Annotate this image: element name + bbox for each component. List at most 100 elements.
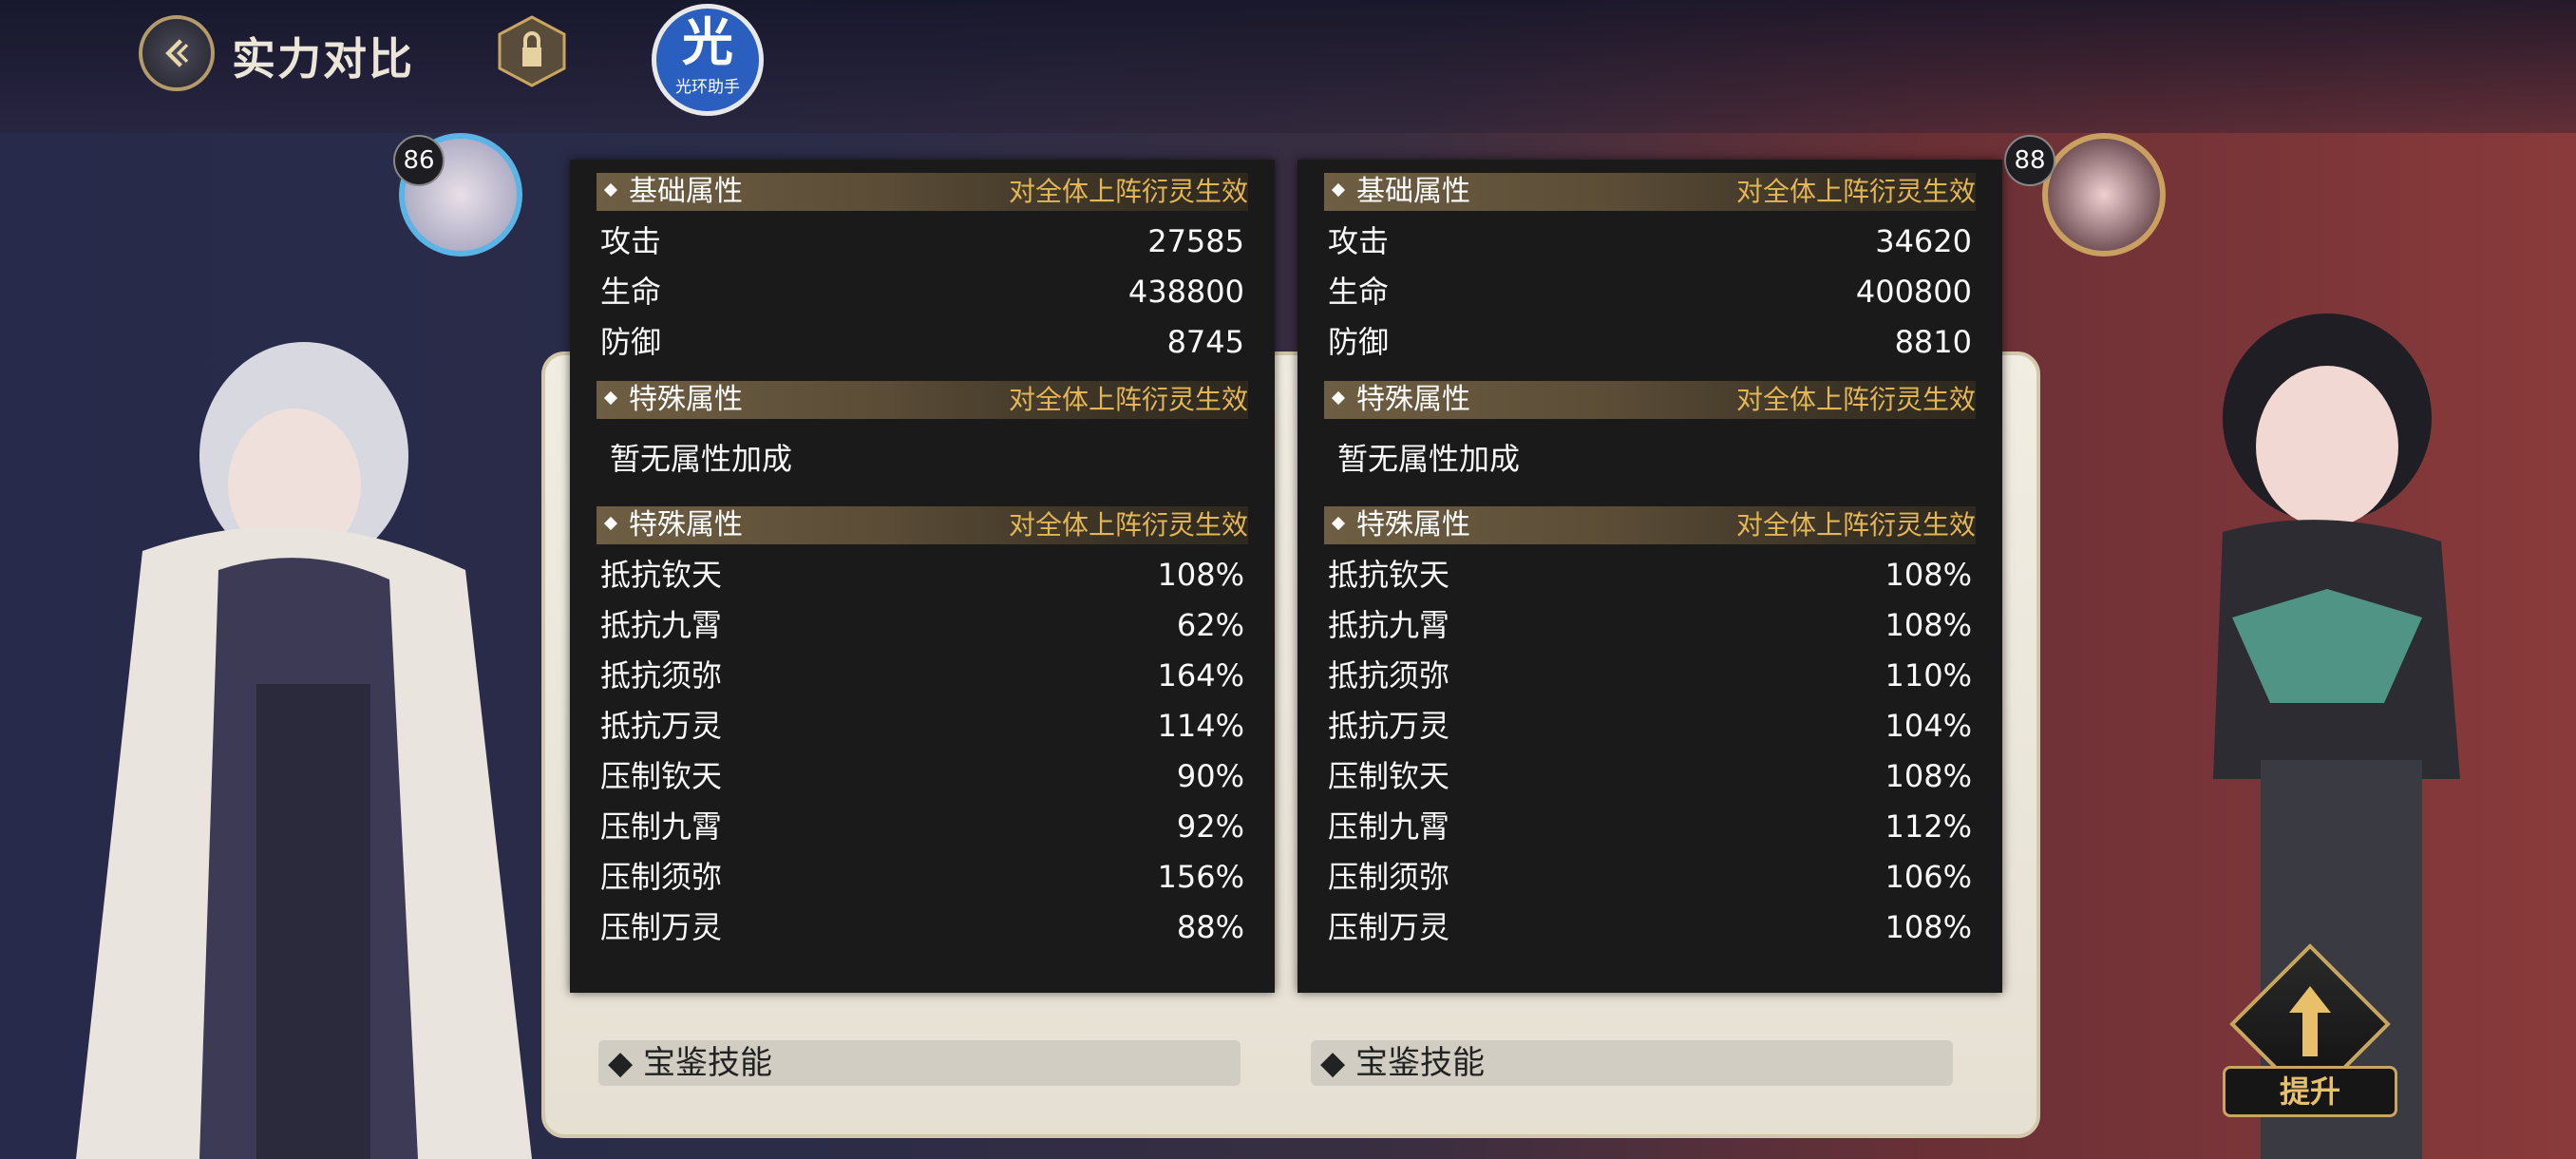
stat-row: 压制须弥 156% xyxy=(597,852,1248,902)
stat-label: 抵抗钦天 xyxy=(1328,557,1450,593)
stat-label: 压制万灵 xyxy=(600,909,723,945)
stat-row: 抵抗钦天 108% xyxy=(1324,550,1976,600)
stat-value: 400800 xyxy=(1855,274,1972,310)
stat-row: 攻击 27585 xyxy=(597,217,1248,267)
stat-value: 92% xyxy=(1176,808,1244,845)
stat-value: 110% xyxy=(1885,657,1972,694)
section-header: 基础属性 对全体上阵衍灵生效 xyxy=(1324,173,1976,211)
stat-row: 生命 400800 xyxy=(1324,267,1976,317)
stat-label: 压制钦天 xyxy=(600,758,723,794)
helper-logo: 光 xyxy=(682,12,733,72)
stat-label: 抵抗万灵 xyxy=(600,708,723,744)
stat-value: 8745 xyxy=(1166,324,1244,360)
stat-label: 抵抗万灵 xyxy=(1328,708,1450,744)
diamond-icon xyxy=(1331,390,1346,405)
stat-label: 压制须弥 xyxy=(600,859,723,895)
upgrade-label: 提升 xyxy=(2223,1066,2397,1117)
stat-row: 压制九霄 92% xyxy=(597,802,1248,852)
stat-value: 108% xyxy=(1157,557,1244,593)
section-note: 对全体上阵衍灵生效 xyxy=(1735,384,1976,415)
diamond-icon xyxy=(603,182,618,197)
section-title: 基础属性 xyxy=(1356,175,1470,208)
section-note: 对全体上阵衍灵生效 xyxy=(1008,384,1248,415)
stat-row: 抵抗须弥 164% xyxy=(597,651,1248,701)
empty-bonus-text: 暂无属性加成 xyxy=(610,441,793,477)
section-title: 特殊属性 xyxy=(629,508,743,542)
right-avatar xyxy=(2042,133,2166,256)
left-skill-bar[interactable]: ◆ 宝鉴技能 xyxy=(598,1040,1241,1086)
stat-row: 压制钦天 90% xyxy=(597,751,1248,802)
stat-label: 压制九霄 xyxy=(600,808,723,845)
stat-value: 106% xyxy=(1885,859,1972,895)
section-title: 特殊属性 xyxy=(1356,383,1470,416)
left-character-art xyxy=(76,342,532,1159)
stat-row: 防御 8745 xyxy=(597,317,1248,368)
stat-row: 压制万灵 88% xyxy=(597,902,1248,953)
stat-label: 抵抗须弥 xyxy=(600,657,723,694)
section-header: 特殊属性 对全体上阵衍灵生效 xyxy=(597,381,1248,419)
section-header: 特殊属性 对全体上阵衍灵生效 xyxy=(597,506,1248,544)
back-arrow-icon xyxy=(165,39,189,67)
section-note: 对全体上阵衍灵生效 xyxy=(1008,176,1248,207)
back-button[interactable] xyxy=(139,15,215,91)
stat-value: 90% xyxy=(1176,758,1244,794)
section-header: 基础属性 对全体上阵衍灵生效 xyxy=(597,173,1248,211)
stat-value: 8810 xyxy=(1894,324,1972,360)
stat-row: 抵抗须弥 110% xyxy=(1324,651,1976,701)
stat-value: 156% xyxy=(1157,859,1244,895)
stat-value: 34620 xyxy=(1875,223,1972,259)
section-title: 基础属性 xyxy=(629,175,743,208)
stat-row: 生命 438800 xyxy=(597,267,1248,317)
section-note: 对全体上阵衍灵生效 xyxy=(1008,509,1248,541)
stat-value: 88% xyxy=(1176,909,1244,945)
stat-row: 抵抗万灵 114% xyxy=(597,701,1248,751)
stat-value: 108% xyxy=(1885,758,1972,794)
section-header: 特殊属性 对全体上阵衍灵生效 xyxy=(1324,506,1976,544)
stat-label: 抵抗须弥 xyxy=(1328,657,1450,694)
stat-value: 108% xyxy=(1885,607,1972,643)
stat-row: 抵抗万灵 104% xyxy=(1324,701,1976,751)
diamond-icon xyxy=(603,390,618,405)
helper-badge[interactable]: 光 光环助手 xyxy=(652,4,764,116)
left-stats-popup: 基础属性 对全体上阵衍灵生效 攻击 27585 生命 438800 防御 8745 特… xyxy=(570,160,1275,993)
stat-row: 压制须弥 106% xyxy=(1324,852,1976,902)
upgrade-button[interactable]: 提升 xyxy=(2223,943,2397,1130)
stat-value: 108% xyxy=(1885,909,1972,945)
stat-label: 抵抗九霄 xyxy=(600,607,723,643)
stat-label: 压制九霄 xyxy=(1328,808,1450,845)
stat-row: 抵抗九霄 62% xyxy=(597,600,1248,651)
right-skill-bar[interactable]: ◆ 宝鉴技能 xyxy=(1311,1040,1953,1086)
stat-label: 压制须弥 xyxy=(1328,859,1450,895)
stat-label: 攻击 xyxy=(1328,223,1390,259)
stat-value: 27585 xyxy=(1147,223,1244,259)
diamond-icon xyxy=(603,516,618,530)
section-header: 特殊属性 对全体上阵衍灵生效 xyxy=(1324,381,1976,419)
stat-row: 防御 8810 xyxy=(1324,317,1976,368)
stat-label: 防御 xyxy=(1328,324,1390,360)
stat-value: 438800 xyxy=(1127,274,1244,310)
right-skill-label: 宝鉴技能 xyxy=(1354,1044,1485,1082)
stat-label: 攻击 xyxy=(600,223,662,259)
right-level-badge: 88 xyxy=(2004,135,2055,186)
stat-value: 114% xyxy=(1157,708,1244,744)
stat-label: 抵抗九霄 xyxy=(1328,607,1450,643)
diamond-icon xyxy=(1331,182,1346,197)
section-note: 对全体上阵衍灵生效 xyxy=(1735,176,1976,207)
stat-label: 生命 xyxy=(600,274,662,310)
left-skill-label: 宝鉴技能 xyxy=(642,1044,772,1082)
stat-row: 攻击 34620 xyxy=(1324,217,1976,267)
stat-row: 压制万灵 108% xyxy=(1324,902,1976,953)
lock-icon[interactable] xyxy=(496,15,568,87)
stat-label: 生命 xyxy=(1328,274,1390,310)
stat-label: 压制钦天 xyxy=(1328,758,1450,794)
up-arrow-icon xyxy=(2289,986,2331,1056)
stat-label: 防御 xyxy=(600,324,662,360)
diamond-icon xyxy=(1331,516,1346,530)
helper-label: 光环助手 xyxy=(675,78,740,97)
stat-value: 104% xyxy=(1885,708,1972,744)
section-title: 特殊属性 xyxy=(629,383,743,416)
left-level-badge: 86 xyxy=(393,135,445,186)
stat-value: 112% xyxy=(1885,808,1972,845)
page-title: 实力对比 xyxy=(232,33,414,85)
stat-row: 压制九霄 112% xyxy=(1324,802,1976,852)
